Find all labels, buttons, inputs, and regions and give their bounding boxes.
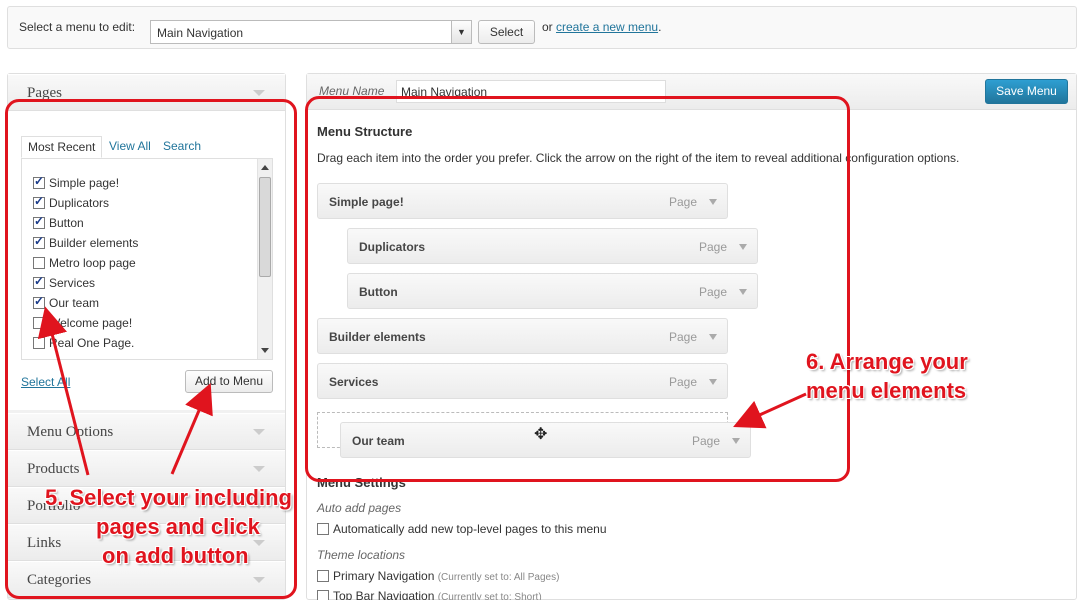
location-checkbox[interactable] xyxy=(317,590,329,600)
auto-add-checkbox[interactable] xyxy=(317,523,329,535)
location-checkbox[interactable] xyxy=(317,570,329,582)
theme-locations-label: Theme locations xyxy=(317,548,406,562)
period-text: . xyxy=(658,20,662,34)
menu-select-label: Select a menu to edit: xyxy=(19,20,136,34)
create-menu-link[interactable]: create a new menu xyxy=(556,20,658,34)
step5-line3: on add button xyxy=(102,543,249,568)
location-name: Primary Navigation xyxy=(333,569,435,583)
location-text: Primary Navigation (Currently set to: Al… xyxy=(333,569,559,583)
step6-line2: menu elements xyxy=(806,378,967,403)
auto-add-text: Automatically add new top-level pages to… xyxy=(333,522,607,536)
menu-select-value: Main Navigation xyxy=(157,26,244,40)
select-button[interactable]: Select xyxy=(478,20,535,44)
location-text: Top Bar Navigation (Currently set to: Sh… xyxy=(333,589,542,600)
location-note: (Currently set to: All Pages) xyxy=(437,572,560,583)
step6-line1: 6. Arrange your xyxy=(806,349,968,374)
menu-select-dropdown[interactable]: Main Navigation ▼ xyxy=(150,20,472,44)
or-text: or xyxy=(542,20,553,34)
menu-select-bar: Select a menu to edit: Main Navigation ▼… xyxy=(7,6,1077,49)
location-note: (Currently set to: Short) xyxy=(437,592,542,600)
collapse-arrow-icon[interactable] xyxy=(253,90,265,96)
annotation-box-right xyxy=(305,96,850,482)
dropdown-arrow-icon[interactable]: ▼ xyxy=(451,21,471,43)
step5-line1: 5. Select your including xyxy=(45,485,292,510)
create-menu-text: or create a new menu. xyxy=(542,20,661,34)
save-menu-button[interactable]: Save Menu xyxy=(985,79,1068,104)
step5-line2: pages and click xyxy=(96,514,260,539)
location-name: Top Bar Navigation xyxy=(333,589,435,600)
auto-add-label: Auto add pages xyxy=(317,501,402,515)
